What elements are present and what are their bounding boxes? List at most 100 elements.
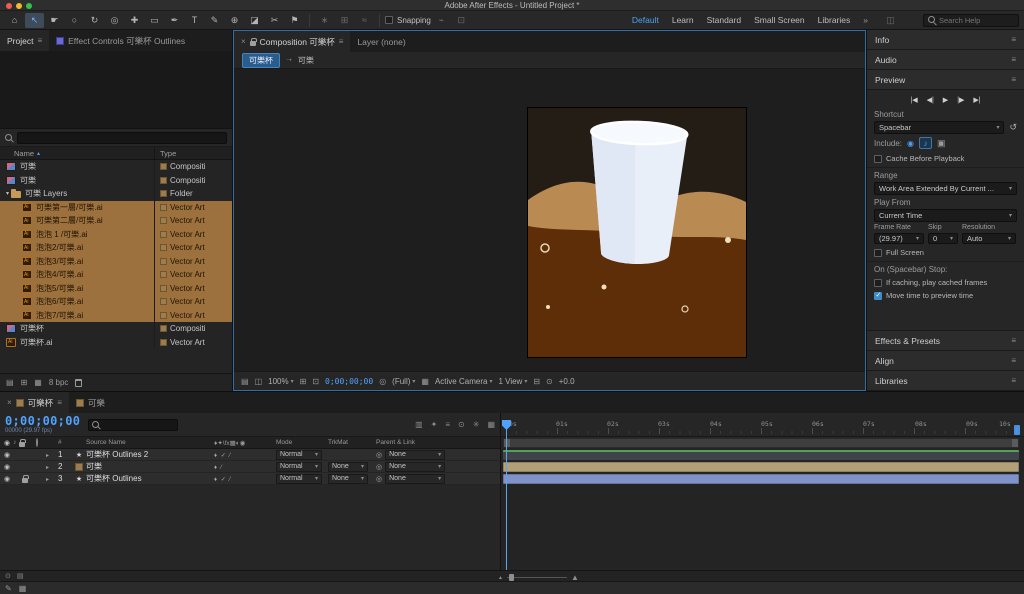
lock-viewer-icon[interactable]: [250, 41, 256, 46]
column-name[interactable]: Name: [0, 147, 155, 159]
layer-name[interactable]: 可樂: [86, 461, 214, 472]
eye-icon[interactable]: ◉: [4, 451, 10, 459]
layer-switches[interactable]: ♦ ✓ ⁄: [214, 477, 231, 483]
layer-duration-bar[interactable]: [503, 474, 1019, 484]
search-help-input[interactable]: [939, 16, 1014, 25]
clone-stamp-tool-icon[interactable]: ⊕: [225, 13, 244, 28]
play-from-dropdown[interactable]: Current Time: [874, 209, 1017, 222]
exposure-value[interactable]: +0.0: [559, 377, 575, 386]
parent-dropdown[interactable]: None: [385, 450, 445, 460]
pickwhip-icon[interactable]: ◎: [376, 475, 382, 483]
trkmat-dropdown[interactable]: None: [328, 474, 368, 484]
pickwhip-icon[interactable]: ◎: [376, 451, 382, 459]
comp-current-time[interactable]: 0;00;00;00: [325, 377, 373, 386]
hand-tool-icon[interactable]: ☛: [45, 13, 64, 28]
timeline-tab-secondary[interactable]: 可樂: [69, 392, 112, 413]
project-search-box[interactable]: [17, 132, 227, 144]
last-frame-button[interactable]: ▶|: [973, 96, 980, 104]
panel-menu-icon[interactable]: [1011, 336, 1016, 345]
magnification-dropdown[interactable]: 100%: [268, 377, 293, 386]
project-bit-depth[interactable]: 8 bpc: [49, 378, 69, 387]
label-color-chip[interactable]: [160, 163, 167, 170]
zoom-slider[interactable]: [507, 577, 567, 578]
layer-switches[interactable]: ♦ ✓ ⁄: [214, 453, 231, 459]
zoom-slider-handle[interactable]: [509, 574, 514, 581]
rotate-tool-icon[interactable]: ↻: [85, 13, 104, 28]
timeline-search-box[interactable]: [88, 419, 178, 431]
trkmat-dropdown[interactable]: None: [328, 462, 368, 472]
project-row[interactable]: 泡泡4/可樂.ai Vector Art: [0, 268, 232, 282]
mini-flowchart-icon[interactable]: ▤: [241, 377, 249, 386]
eye-icon[interactable]: ◉: [4, 475, 10, 483]
timeline-search-input[interactable]: [100, 420, 174, 429]
layer-duration-bar[interactable]: [503, 462, 1019, 472]
view-layout-dropdown[interactable]: 1 View: [498, 377, 527, 386]
reset-icon[interactable]: ↺: [1009, 122, 1017, 133]
expand-arrow-icon[interactable]: [46, 465, 49, 471]
workspace-tab-learn[interactable]: Learn: [672, 15, 694, 25]
column-type[interactable]: Type: [155, 149, 176, 158]
project-row[interactable]: 可樂第一層/可樂.ai Vector Art: [0, 201, 232, 215]
trkmat-column[interactable]: TrkMat: [328, 439, 376, 446]
zoom-tool-icon[interactable]: ○: [65, 13, 84, 28]
roto-brush-tool-icon[interactable]: ✂: [265, 13, 284, 28]
pencil-status-icon[interactable]: ✎: [5, 584, 12, 593]
tab-layer[interactable]: Layer (none): [350, 31, 412, 52]
blend-mode-dropdown[interactable]: Normal: [276, 462, 322, 472]
libraries-panel-header[interactable]: Libraries: [867, 371, 1024, 391]
project-row[interactable]: 可樂杯 Compositi: [0, 322, 232, 336]
play-button[interactable]: ▶: [943, 96, 948, 104]
project-row[interactable]: 可樂 Compositi: [0, 174, 232, 188]
project-row[interactable]: 泡泡7/可樂.ai Vector Art: [0, 309, 232, 323]
panel-menu-icon[interactable]: [1011, 75, 1016, 84]
move-time-checkbox[interactable]: [874, 292, 882, 300]
puppet-pin-tool-icon[interactable]: ⚑: [285, 13, 304, 28]
frame-rate-dropdown[interactable]: (29.97): [874, 233, 924, 244]
tab-project[interactable]: Project: [0, 30, 49, 51]
play-cached-frames-checkbox[interactable]: [874, 279, 882, 287]
project-row[interactable]: 可樂杯.ai Vector Art: [0, 336, 232, 350]
panel-menu-icon[interactable]: [37, 36, 42, 45]
graph-editor-icon[interactable]: ▦: [487, 420, 495, 429]
blend-mode-dropdown[interactable]: Normal: [276, 474, 322, 484]
parent-dropdown[interactable]: None: [385, 474, 445, 484]
panel-menu-icon[interactable]: [1011, 356, 1016, 365]
new-folder-icon[interactable]: ⊞: [21, 378, 28, 387]
label-color-chip[interactable]: [160, 312, 167, 319]
interpret-foot-icon[interactable]: ▤: [6, 378, 14, 387]
region-of-interest-icon[interactable]: ⊡: [312, 377, 319, 386]
composition-viewport[interactable]: [234, 69, 865, 371]
layer-switches[interactable]: ♦ ⁄: [214, 465, 223, 471]
grid-status-icon[interactable]: ▦: [19, 584, 27, 593]
tab-composition[interactable]: Composition 可樂杯: [234, 31, 350, 52]
label-color-chip[interactable]: [160, 244, 167, 251]
breadcrumb-nested-comp[interactable]: 可樂: [298, 55, 314, 66]
search-help-box[interactable]: [923, 14, 1019, 27]
first-frame-button[interactable]: |◀: [910, 96, 917, 104]
breadcrumb-current-comp[interactable]: 可樂杯: [242, 53, 280, 68]
workspace-switcher-icon[interactable]: ◫: [881, 13, 900, 28]
hide-shy-layers-icon[interactable]: ≡: [445, 420, 450, 429]
snap-option2-icon[interactable]: ⊡: [452, 13, 471, 28]
label-color-chip[interactable]: [160, 190, 167, 197]
type-tool-icon[interactable]: T: [185, 13, 204, 28]
fast-preview-icon[interactable]: ⊙: [546, 377, 553, 386]
screen-layout-icon[interactable]: ◫: [255, 377, 263, 386]
info-panel-header[interactable]: Info: [867, 30, 1024, 50]
composition-frame[interactable]: [528, 108, 746, 357]
panel-menu-icon[interactable]: [1011, 376, 1016, 385]
include-overlays-icon[interactable]: ▣: [937, 138, 946, 149]
timeline-tab-main[interactable]: 可樂杯: [0, 392, 69, 413]
include-video-icon[interactable]: ◉: [907, 139, 914, 148]
workspace-tab-small-screen[interactable]: Small Screen: [754, 15, 805, 25]
timeline-layer-row[interactable]: ◉ 1 ★ 可樂杯 Outlines 2 ♦ ✓ ⁄ Normal ◎None: [0, 449, 500, 461]
skip-dropdown[interactable]: 0: [928, 233, 958, 244]
orbit-camera-tool-icon[interactable]: ◎: [105, 13, 124, 28]
toggle-switches-icon[interactable]: ⊙: [5, 572, 11, 580]
work-area-bar[interactable]: [503, 438, 1019, 448]
snap-option-icon[interactable]: ⌁: [432, 13, 451, 28]
mode-column[interactable]: Mode: [276, 439, 328, 446]
camera-dropdown[interactable]: Active Camera: [435, 377, 492, 386]
blend-mode-dropdown[interactable]: Normal: [276, 450, 322, 460]
delete-item-icon[interactable]: [75, 379, 82, 387]
